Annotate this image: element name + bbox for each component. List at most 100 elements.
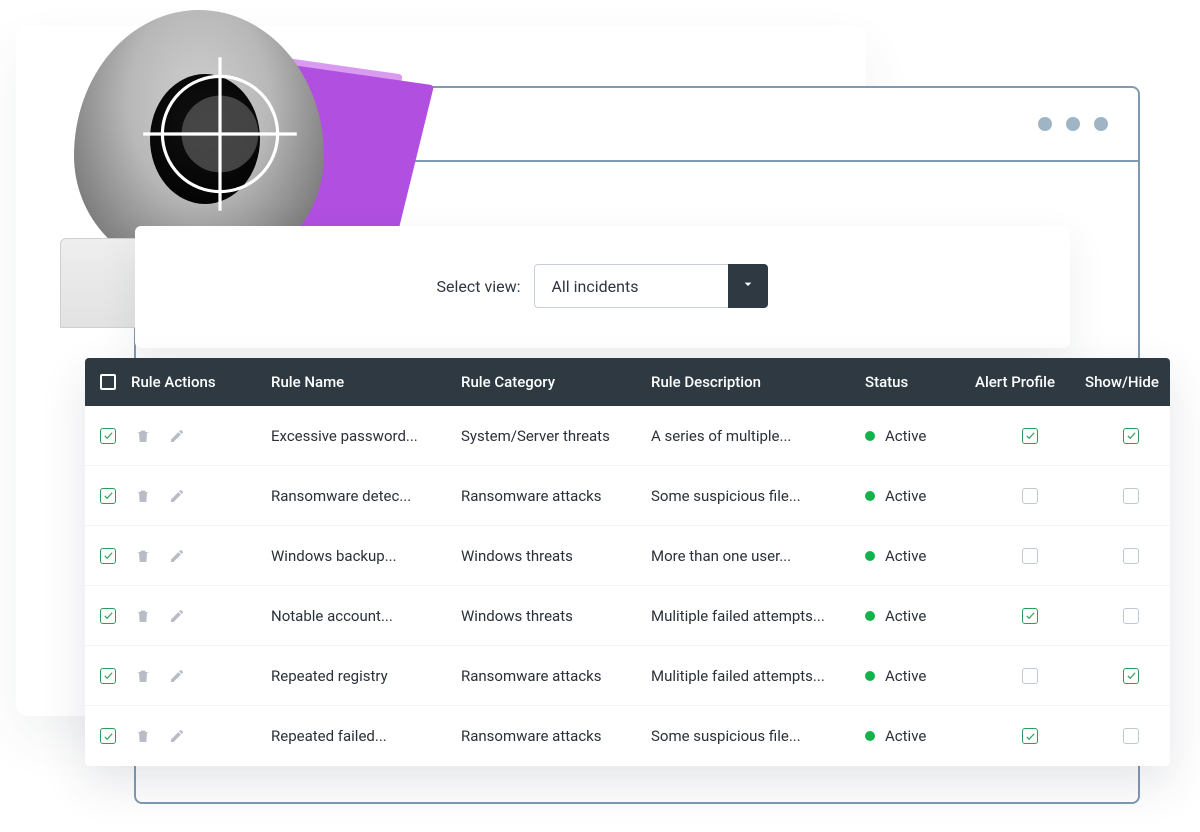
table-row: Ransomware detec... Ransomware attacks S… <box>85 466 1170 526</box>
status-text: Active <box>885 547 926 565</box>
alert-profile-cell <box>975 668 1085 684</box>
status-dot-icon <box>865 731 875 741</box>
pencil-icon[interactable] <box>169 728 185 744</box>
row-select-checkbox[interactable] <box>100 728 116 744</box>
trash-icon[interactable] <box>135 548 151 564</box>
show-hide-checkbox[interactable] <box>1123 428 1139 444</box>
trash-icon[interactable] <box>135 728 151 744</box>
rule-name-cell: Ransomware detec... <box>271 487 461 505</box>
status-dot-icon <box>865 671 875 681</box>
window-dot-icon <box>1094 117 1108 131</box>
col-rule-category: Rule Category <box>461 373 651 391</box>
show-hide-cell <box>1085 728 1177 744</box>
trash-icon[interactable] <box>135 608 151 624</box>
rule-category-cell: Ransomware attacks <box>461 667 651 685</box>
table-header: Rule Actions Rule Name Rule Category Rul… <box>85 358 1170 406</box>
row-select-cell <box>85 668 131 684</box>
row-select-checkbox[interactable] <box>100 428 116 444</box>
show-hide-cell <box>1085 668 1177 684</box>
rule-actions-cell <box>131 608 271 624</box>
rule-name-cell: Repeated registry <box>271 667 461 685</box>
trash-icon[interactable] <box>135 428 151 444</box>
view-select[interactable]: All incidents <box>534 264 768 308</box>
alert-profile-checkbox[interactable] <box>1022 608 1038 624</box>
show-hide-checkbox[interactable] <box>1123 488 1139 504</box>
status-cell: Active <box>865 667 975 685</box>
col-alert-profile: Alert Profile <box>975 373 1085 391</box>
trash-icon[interactable] <box>135 488 151 504</box>
status-cell: Active <box>865 427 975 445</box>
rule-actions-cell <box>131 728 271 744</box>
alert-profile-cell <box>975 608 1085 624</box>
status-text: Active <box>885 487 926 505</box>
col-status: Status <box>865 373 975 391</box>
status-cell: Active <box>865 547 975 565</box>
window-dot-icon <box>1038 117 1052 131</box>
alert-profile-checkbox[interactable] <box>1022 728 1038 744</box>
rule-name-cell: Notable account... <box>271 607 461 625</box>
row-select-cell <box>85 488 131 504</box>
status-cell: Active <box>865 727 975 745</box>
row-select-cell <box>85 428 131 444</box>
checkbox-icon[interactable] <box>100 374 116 390</box>
row-select-checkbox[interactable] <box>100 548 116 564</box>
main-panel: Select view: All incidents <box>135 226 1070 348</box>
rule-description-cell: A series of multiple... <box>651 427 865 445</box>
status-dot-icon <box>865 611 875 621</box>
header-select-all[interactable] <box>85 374 131 390</box>
status-dot-icon <box>865 551 875 561</box>
alert-profile-checkbox[interactable] <box>1022 548 1038 564</box>
pencil-icon[interactable] <box>169 428 185 444</box>
rule-category-cell: Windows threats <box>461 547 651 565</box>
rule-actions-cell <box>131 488 271 504</box>
show-hide-checkbox[interactable] <box>1123 728 1139 744</box>
status-cell: Active <box>865 487 975 505</box>
pencil-icon[interactable] <box>169 668 185 684</box>
rule-name-cell: Windows backup... <box>271 547 461 565</box>
alert-profile-cell <box>975 428 1085 444</box>
view-select-value[interactable]: All incidents <box>534 264 728 308</box>
col-rule-name: Rule Name <box>271 373 461 391</box>
row-select-checkbox[interactable] <box>100 608 116 624</box>
alert-profile-checkbox[interactable] <box>1022 428 1038 444</box>
table-row: Notable account... Windows threats Mulit… <box>85 586 1170 646</box>
status-text: Active <box>885 727 926 745</box>
pencil-icon[interactable] <box>169 548 185 564</box>
show-hide-checkbox[interactable] <box>1123 668 1139 684</box>
rule-description-cell: Mulitiple failed attempts... <box>651 667 865 685</box>
show-hide-cell <box>1085 608 1177 624</box>
col-rule-actions: Rule Actions <box>131 373 271 391</box>
show-hide-checkbox[interactable] <box>1123 548 1139 564</box>
row-select-checkbox[interactable] <box>100 668 116 684</box>
view-selector-row: Select view: All incidents <box>135 264 1070 348</box>
table-row: Excessive password... System/Server thre… <box>85 406 1170 466</box>
row-select-cell <box>85 728 131 744</box>
hooded-face-icon <box>150 74 260 204</box>
trash-icon[interactable] <box>135 668 151 684</box>
status-dot-icon <box>865 431 875 441</box>
alert-profile-cell <box>975 488 1085 504</box>
show-hide-cell <box>1085 488 1177 504</box>
view-select-toggle[interactable] <box>728 264 768 308</box>
rule-name-cell: Excessive password... <box>271 427 461 445</box>
rule-category-cell: System/Server threats <box>461 427 651 445</box>
status-dot-icon <box>865 491 875 501</box>
table-row: Repeated failed... Ransomware attacks So… <box>85 706 1170 766</box>
table-row: Windows backup... Windows threats More t… <box>85 526 1170 586</box>
rule-category-cell: Ransomware attacks <box>461 727 651 745</box>
alert-profile-cell <box>975 728 1085 744</box>
row-select-cell <box>85 548 131 564</box>
pencil-icon[interactable] <box>169 608 185 624</box>
show-hide-checkbox[interactable] <box>1123 608 1139 624</box>
status-text: Active <box>885 607 926 625</box>
pencil-icon[interactable] <box>169 488 185 504</box>
status-text: Active <box>885 427 926 445</box>
col-show-hide: Show/Hide <box>1085 373 1177 391</box>
chevron-down-icon <box>740 276 756 296</box>
row-select-checkbox[interactable] <box>100 488 116 504</box>
rule-actions-cell <box>131 428 271 444</box>
alert-profile-checkbox[interactable] <box>1022 488 1038 504</box>
rule-description-cell: More than one user... <box>651 547 865 565</box>
rule-category-cell: Ransomware attacks <box>461 487 651 505</box>
alert-profile-checkbox[interactable] <box>1022 668 1038 684</box>
